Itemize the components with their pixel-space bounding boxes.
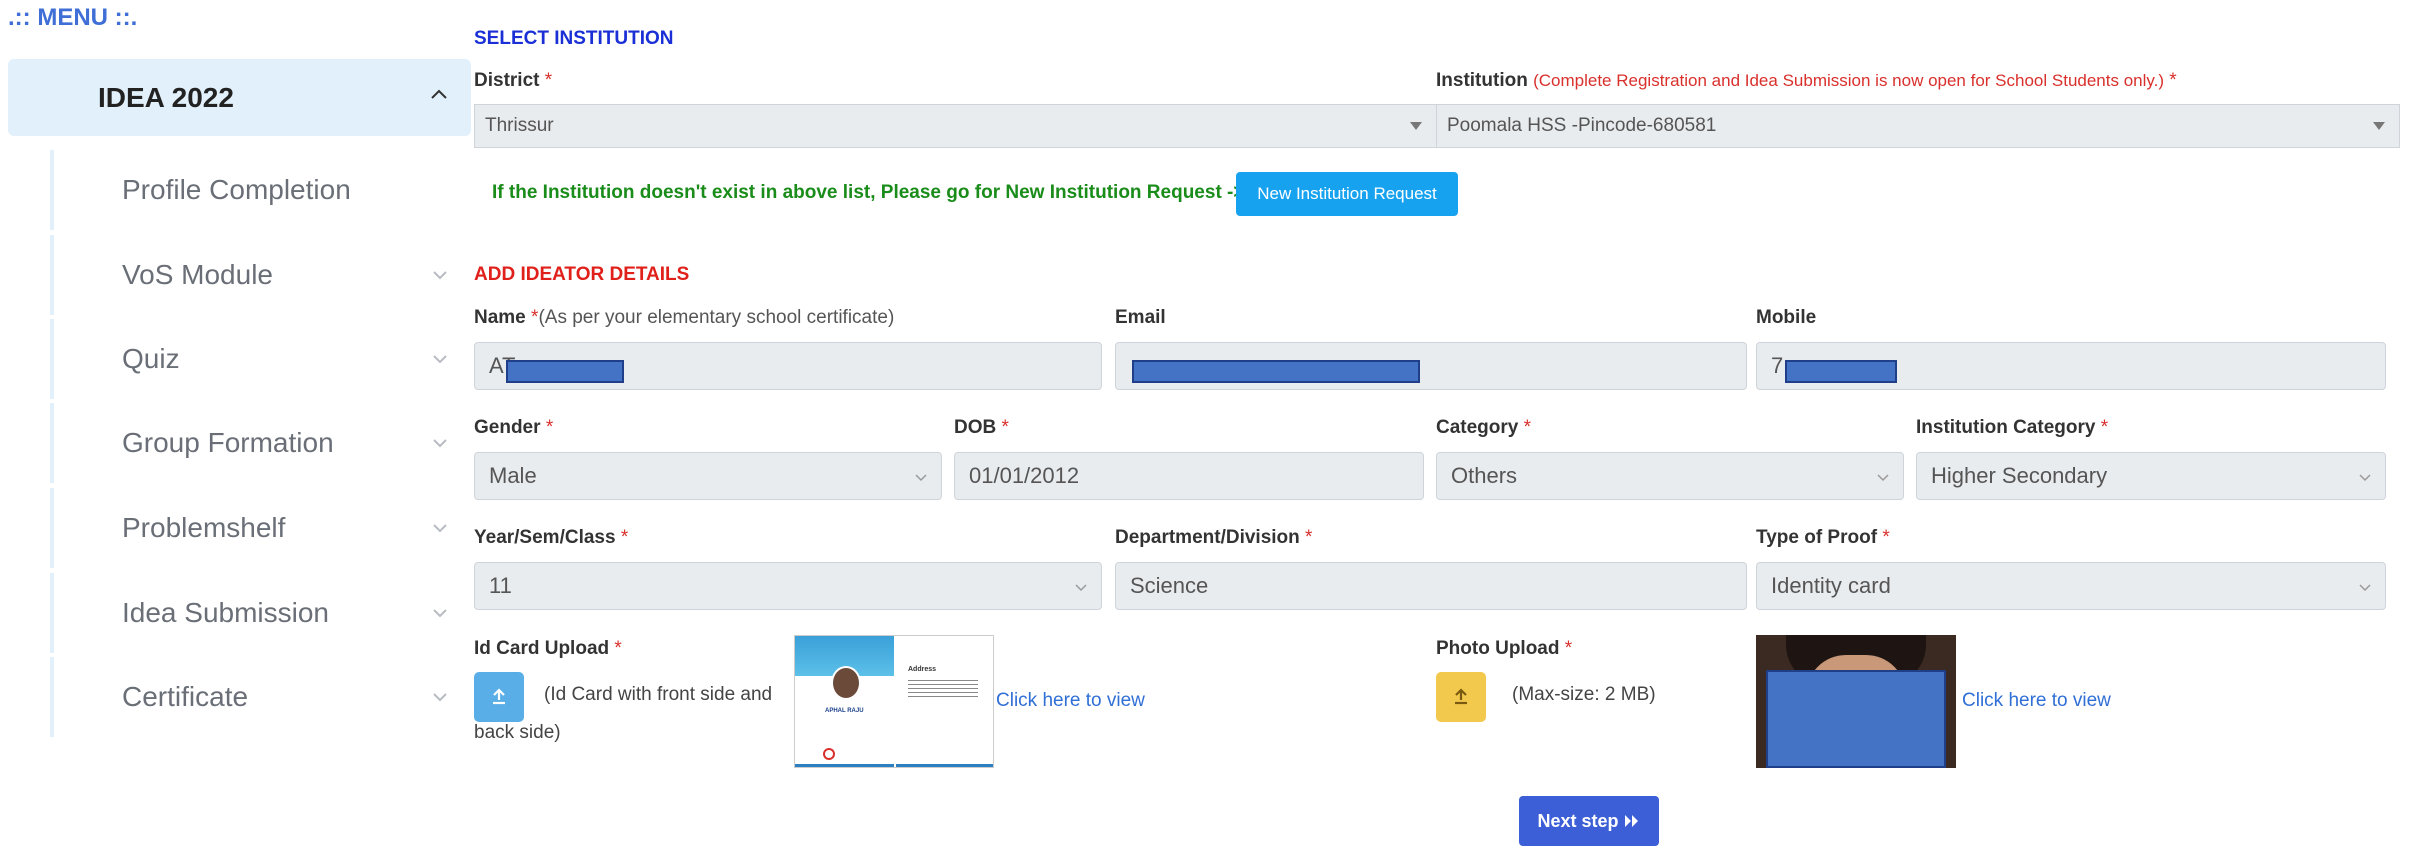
id-card-bottom-bar <box>795 764 894 767</box>
next-step-label: Next step <box>1537 810 1619 831</box>
category-label: Category * <box>1436 417 1532 438</box>
chevron-up-icon[interactable] <box>427 83 451 107</box>
institution-category-select[interactable]: Higher Secondary <box>1916 452 2386 500</box>
sidebar-item-label: Problemshelf <box>122 512 286 543</box>
category-select[interactable]: Others <box>1436 452 1904 500</box>
chevron-down-icon <box>1877 474 1889 482</box>
dob-input[interactable]: 01/01/2012 <box>954 452 1424 500</box>
class-label: Year/Sem/Class * <box>474 527 629 548</box>
dropdown-caret-icon <box>2373 122 2385 130</box>
chevron-down-icon <box>433 271 447 280</box>
upload-icon <box>493 688 505 705</box>
missing-institution-note: If the Institution doesn't exist in abov… <box>492 182 1245 203</box>
dob-value: 01/01/2012 <box>969 463 1080 488</box>
sidebar-item-problemshelf[interactable]: Problemshelf <box>50 488 472 568</box>
district-value: Thrissur <box>485 115 554 136</box>
district-label: District * <box>474 70 553 91</box>
sidebar-item-label: VoS Module <box>122 259 273 290</box>
id-card-back: Address <box>896 636 993 767</box>
add-ideator-title: ADD IDEATOR DETAILS <box>474 264 690 285</box>
chevron-down-icon <box>915 474 927 482</box>
gender-value: Male <box>489 463 537 488</box>
department-label: Department/Division * <box>1115 527 1313 548</box>
department-input[interactable]: Science <box>1115 562 1747 610</box>
class-value: 11 <box>489 573 512 598</box>
id-card-bottom-bar <box>896 764 993 767</box>
chevron-down-icon <box>433 524 447 533</box>
photo-upload-button[interactable] <box>1436 672 1486 722</box>
proof-type-value: Identity card <box>1771 573 1891 598</box>
redaction-box <box>506 360 624 383</box>
menu-title: .:: MENU ::. <box>8 4 138 31</box>
proof-type-select[interactable]: Identity card <box>1756 562 2386 610</box>
main-content: SELECT INSTITUTION District * Thrissur I… <box>472 0 2425 866</box>
sidebar-item-profile-completion[interactable]: Profile Completion <box>50 150 472 230</box>
dropdown-caret-icon <box>1410 122 1422 130</box>
institution-category-value: Higher Secondary <box>1931 463 2108 488</box>
id-card-hint-line2: back side) <box>474 722 561 743</box>
chevron-down-icon <box>433 693 447 702</box>
id-card-name: APHAL RAJU <box>825 708 864 714</box>
id-card-view-link[interactable]: Click here to view <box>996 690 1145 712</box>
id-card-photo <box>831 666 861 700</box>
sidebar-item-label: Profile Completion <box>122 174 351 205</box>
sidebar-item-group-formation[interactable]: Group Formation <box>50 403 472 483</box>
institution-value: Poomala HSS -Pincode-680581 <box>1447 115 1717 136</box>
id-card-address-text <box>908 680 978 698</box>
sidebar-section-label: IDEA 2022 <box>98 81 234 113</box>
id-card-preview: APHAL RAJU Address <box>794 635 994 768</box>
email-label: Email <box>1115 307 1166 328</box>
page-root: .:: MENU ::. IDEA 2022 Profile Completio… <box>0 0 2425 866</box>
category-value: Others <box>1451 463 1518 488</box>
id-card-upload-button[interactable] <box>474 672 524 722</box>
chevron-down-icon <box>2359 584 2371 592</box>
upload-icon <box>1455 688 1467 705</box>
id-card-logo <box>823 748 835 760</box>
sidebar-item-label: Quiz <box>122 343 180 374</box>
sidebar-item-label: Group Formation <box>122 427 334 458</box>
mobile-label: Mobile <box>1756 307 1817 328</box>
new-institution-request-button[interactable]: New Institution Request <box>1236 172 1458 216</box>
select-institution-title: SELECT INSTITUTION <box>474 28 674 49</box>
sidebar-item-label: Idea Submission <box>122 597 330 628</box>
sidebar-item-label: Certificate <box>122 681 249 712</box>
gender-label: Gender * <box>474 417 554 438</box>
gender-select[interactable]: Male <box>474 452 942 500</box>
mobile-value: 7 <box>1771 353 1784 378</box>
photo-size-hint: (Max-size: 2 MB) <box>1512 684 1656 705</box>
double-chevron-right-icon <box>1624 815 1638 827</box>
chevron-down-icon <box>1075 584 1087 592</box>
institution-select[interactable]: Poomala HSS -Pincode-680581 <box>1436 104 2400 148</box>
photo-upload-label: Photo Upload * <box>1436 638 1573 659</box>
redaction-box <box>1785 360 1897 383</box>
chevron-down-icon <box>433 355 447 364</box>
chevron-down-icon <box>433 439 447 448</box>
institution-label: Institution (Complete Registration and I… <box>1436 70 2177 91</box>
sidebar-item-quiz[interactable]: Quiz <box>50 319 472 399</box>
id-card-upload-label: Id Card Upload * <box>474 638 622 659</box>
dob-label: DOB * <box>954 417 1009 438</box>
sidebar: .:: MENU ::. IDEA 2022 Profile Completio… <box>0 0 472 866</box>
institution-category-label: Institution Category * <box>1916 417 2109 438</box>
sidebar-item-vos-module[interactable]: VoS Module <box>50 235 472 315</box>
photo-view-link[interactable]: Click here to view <box>1962 690 2111 712</box>
sidebar-item-certificate[interactable]: Certificate <box>50 657 472 737</box>
department-value: Science <box>1130 573 1209 598</box>
name-label: Name *(As per your elementary school cer… <box>474 307 895 328</box>
sidebar-section-idea-2022[interactable]: IDEA 2022 <box>8 59 471 136</box>
id-card-hint-line1: (Id Card with front side and <box>544 684 773 705</box>
next-step-button[interactable]: Next step <box>1519 796 1659 846</box>
id-card-front: APHAL RAJU <box>795 636 894 767</box>
proof-type-label: Type of Proof * <box>1756 527 1890 548</box>
district-select[interactable]: Thrissur <box>474 104 1437 148</box>
chevron-down-icon <box>433 609 447 618</box>
redaction-box <box>1132 360 1420 383</box>
chevron-down-icon <box>2359 474 2371 482</box>
class-select[interactable]: 11 <box>474 562 1102 610</box>
redaction-box <box>1766 670 1946 768</box>
id-card-address-heading: Address <box>908 666 937 673</box>
sidebar-item-idea-submission[interactable]: Idea Submission <box>50 573 472 653</box>
